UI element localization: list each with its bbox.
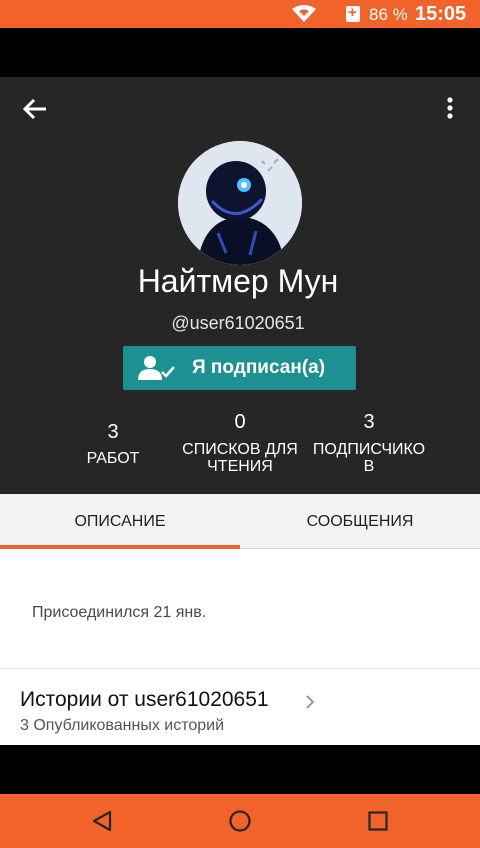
back-arrow-icon[interactable] [22, 97, 48, 121]
stat-followers[interactable]: 3 ПОДПИСЧИКО В [306, 411, 432, 475]
more-vert-icon[interactable] [440, 96, 460, 120]
avatar[interactable] [178, 141, 302, 265]
stories-count: 3 Опубликованных историй [20, 717, 225, 734]
following-label: Я подписан(а) [192, 357, 326, 378]
chevron-right-icon[interactable] [304, 694, 316, 710]
tab-description-label: ОПИСАНИЕ [74, 513, 166, 530]
profile-tabs: ОПИСАНИЕ СООБЩЕНИЯ [0, 494, 480, 549]
description-panel: Присоединился 21 янв. Истории от user610… [0, 549, 480, 745]
status-bar: 86 % 15:05 [0, 0, 480, 28]
stories-link[interactable]: Истории от user61020651 [20, 688, 269, 712]
nav-recents-icon[interactable] [368, 811, 388, 831]
system-nav-bar [0, 794, 480, 848]
wifi-icon [292, 5, 316, 22]
tab-messages[interactable]: СООБЩЕНИЯ [240, 494, 480, 549]
joined-date: Присоединился 21 янв. [32, 604, 207, 621]
avatar-image [178, 141, 302, 265]
top-spacer [0, 28, 480, 77]
battery-level: 86 % [369, 5, 408, 24]
bottom-spacer [0, 745, 480, 794]
tab-messages-label: СООБЩЕНИЯ [306, 513, 414, 530]
tab-description[interactable]: ОПИСАНИЕ [0, 494, 240, 549]
display-name: Найтмер Мун [137, 263, 339, 299]
sim-icon [346, 4, 360, 22]
stat-works[interactable]: 3 РАБОТ [80, 421, 146, 467]
nav-back-icon[interactable] [90, 809, 114, 833]
stat-works-label: РАБОТ [86, 450, 140, 467]
stat-reading-lists-label: СПИСКОВ ДЛЯ ЧТЕНИЯ [182, 441, 298, 475]
divider [0, 668, 480, 669]
stat-followers-count: 3 [363, 411, 375, 433]
stat-reading-lists-count: 0 [234, 411, 246, 433]
clock: 15:05 [415, 3, 467, 25]
nav-home-icon[interactable] [228, 809, 252, 833]
profile-header: Найтмер Мун @user61020651 Я подписан(а) … [0, 77, 480, 494]
person-check-icon [138, 356, 175, 380]
stat-works-count: 3 [107, 421, 119, 443]
stat-reading-lists[interactable]: 0 СПИСКОВ ДЛЯ ЧТЕНИЯ [178, 411, 302, 475]
following-button[interactable]: Я подписан(а) [123, 346, 356, 390]
username: @user61020651 [171, 313, 305, 333]
stat-followers-label: ПОДПИСЧИКО В [312, 441, 426, 475]
